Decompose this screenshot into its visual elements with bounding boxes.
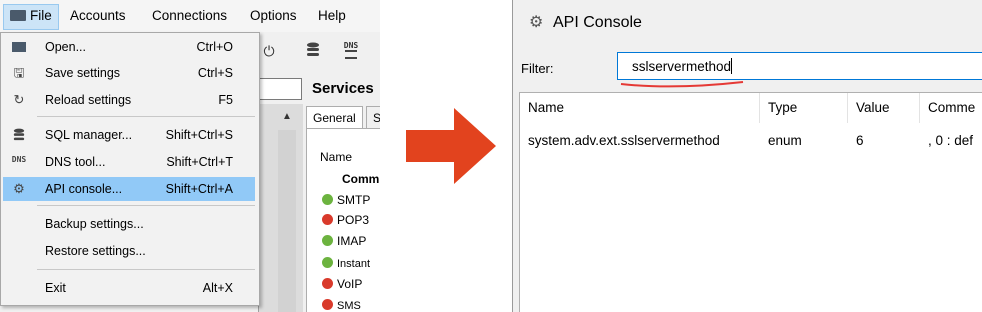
toolbar: ⏻ DNS (258, 32, 380, 68)
filter-value: sslservermethod (632, 59, 732, 74)
menu-connections[interactable]: Connections (146, 4, 233, 28)
service-item-imap[interactable]: IMAP (322, 231, 366, 251)
menu-separator (37, 205, 255, 206)
menu-item-backup-settings[interactable]: Backup settings... (3, 212, 255, 236)
menu-file[interactable]: File (3, 4, 59, 30)
power-icon[interactable]: ⏻ (260, 42, 278, 60)
status-dot-icon (322, 194, 333, 205)
server-app-window: File Accounts Connections Options Help ⏻… (0, 0, 380, 312)
status-dot-icon (322, 278, 333, 289)
api-console-window: ⚙ API Console Filter: sslservermethod Na… (512, 0, 982, 312)
filter-label: Filter: (521, 61, 554, 76)
service-item-sms[interactable]: SMS (322, 295, 361, 312)
arrow-right-icon (406, 108, 496, 184)
gear-icon: ⚙ (529, 14, 544, 31)
filter-input[interactable]: sslservermethod (617, 52, 982, 80)
cell-name: system.adv.ext.sslservermethod (528, 133, 720, 148)
window-title: API Console (553, 14, 642, 31)
file-menu-dropdown: Open... Ctrl+O 🖫 Save settings Ctrl+S ↻ … (0, 32, 260, 306)
menu-item-open[interactable]: Open... Ctrl+O (3, 35, 255, 59)
services-group-label: Comm (342, 172, 380, 186)
toolbar-input[interactable] (258, 78, 302, 100)
column-header-type[interactable]: Type (760, 93, 848, 123)
tab-strip: General S (306, 104, 380, 129)
column-header-name[interactable]: Name (520, 93, 760, 123)
menu-item-save-settings[interactable]: 🖫 Save settings Ctrl+S (3, 61, 255, 85)
menu-separator (37, 269, 255, 270)
menu-options[interactable]: Options (244, 4, 303, 28)
services-name-header: Name (320, 150, 353, 164)
dns-glyph-label: DNS (343, 41, 359, 50)
status-dot-icon (322, 235, 333, 246)
menu-item-restore-settings[interactable]: Restore settings... (3, 239, 255, 263)
menu-item-dns-tool[interactable]: DNS DNS tool... Shift+Ctrl+T (3, 150, 255, 174)
status-dot-icon (322, 257, 333, 268)
cell-comment: , 0 : def (928, 133, 974, 148)
database-icon (10, 123, 28, 150)
menu-item-api-console[interactable]: ⚙ API console... Shift+Ctrl+A (3, 177, 255, 201)
service-item-voip[interactable]: VoIP (322, 274, 362, 294)
menu-item-reload-settings[interactable]: ↻ Reload settings F5 (3, 88, 255, 112)
menu-item-exit[interactable]: Exit Alt+X (3, 276, 255, 300)
menu-item-sql-manager[interactable]: SQL manager... Shift+Ctrl+S (3, 123, 255, 147)
service-item-instant[interactable]: Instant (322, 253, 370, 273)
folder-open-icon (10, 35, 28, 60)
scrollbar-track[interactable] (278, 130, 296, 312)
scroll-up-button[interactable]: ▲ (278, 108, 296, 126)
database-icon[interactable] (304, 42, 322, 60)
cell-value: 6 (856, 133, 864, 148)
cell-type: enum (768, 133, 802, 148)
status-dot-icon (322, 214, 333, 225)
service-item-smtp[interactable]: SMTP (322, 190, 370, 210)
gear-icon: ⚙ (13, 181, 25, 196)
tab-second[interactable]: S (366, 106, 380, 129)
services-title: Services (312, 80, 374, 97)
dns-icon: DNS (11, 155, 27, 164)
save-icon: 🖫 (13, 65, 25, 80)
text-caret (731, 58, 733, 74)
red-underline-annotation (620, 81, 744, 88)
menu-accounts[interactable]: Accounts (64, 4, 132, 28)
tab-general[interactable]: General (306, 106, 363, 129)
folder-icon (10, 10, 26, 21)
menu-help[interactable]: Help (312, 4, 352, 28)
column-header-comment[interactable]: Comme (920, 93, 982, 123)
column-header-value[interactable]: Value (848, 93, 920, 123)
service-item-pop3[interactable]: POP3 (322, 210, 369, 230)
menu-bar: File Accounts Connections Options Help (0, 0, 380, 33)
menu-separator (37, 116, 255, 117)
reload-icon: ↻ (13, 92, 25, 107)
api-results-grid: Name Type Value Comme system.adv.ext.ssl… (519, 92, 982, 312)
status-dot-icon (322, 299, 333, 310)
dns-tool-icon[interactable]: DNS (342, 42, 360, 60)
